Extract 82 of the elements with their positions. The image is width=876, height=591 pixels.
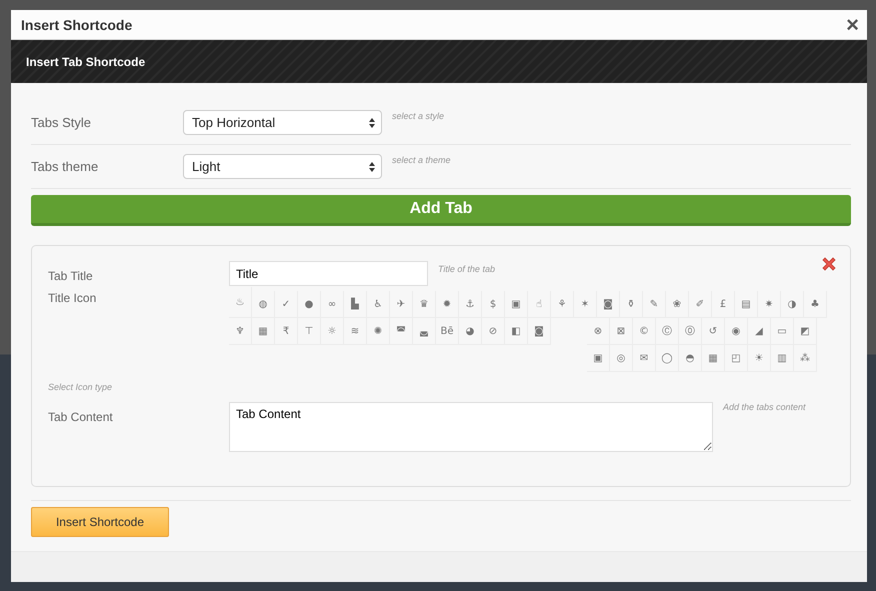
updown-arrows-icon [369,118,375,128]
icon-option[interactable]: ◰ [725,345,748,372]
icon-option[interactable]: ✉ [633,345,656,372]
field-hint: Title of the tab [438,264,495,274]
icon-option[interactable]: Bē [436,318,459,345]
icon-option[interactable]: ❀ [666,291,689,318]
icon-option[interactable]: ✎ [643,291,666,318]
delete-icon[interactable] [821,256,837,272]
icon-option[interactable]: ◛ [413,318,436,345]
add-tab-button[interactable]: Add Tab [31,195,851,226]
field-hint: select a theme [392,155,451,165]
icon-option[interactable]: ▥ [771,345,794,372]
icon-option[interactable]: ☀ [748,345,771,372]
icon-option[interactable]: ◉ [725,318,748,345]
icon-option[interactable]: ◙ [597,291,620,318]
icon-option[interactable]: ◍ [252,291,275,318]
icon-option[interactable]: ◢ [748,318,771,345]
icon-option[interactable]: ◑ [781,291,804,318]
icon-option[interactable]: ◧ [505,318,528,345]
title-input[interactable]: Title [229,261,428,286]
field-hint: Select Icon type [48,382,114,392]
icon-option[interactable]: ⊠ [610,318,633,345]
icon-option[interactable]: ◩ [794,318,817,345]
icon-option[interactable]: © [633,318,656,345]
icon-option[interactable]: ♿ [367,291,390,318]
icon-option[interactable]: ♣ [804,291,827,318]
icon-option[interactable]: ✓ [275,291,298,318]
icon-option[interactable]: Ⓒ [656,318,679,345]
icon-option[interactable]: ☝ [528,291,551,318]
icon-option[interactable]: ◕ [459,318,482,345]
icon-option[interactable]: ♆ [229,318,252,345]
icon-option[interactable]: £ [712,291,735,318]
icon-option[interactable]: ✺ [367,318,390,345]
updown-arrows-icon [369,162,375,172]
icon-option[interactable]: ↺ [702,318,725,345]
icon-option[interactable]: ◚ [390,318,413,345]
insert-shortcode-button[interactable]: Insert Shortcode [31,507,169,537]
icon-option[interactable]: ₹ [275,318,298,345]
icon-option[interactable]: ▙ [344,291,367,318]
field-label: Tab Content [48,410,114,424]
icon-option[interactable]: ⊘ [482,318,505,345]
icon-option[interactable]: ▣ [505,291,528,318]
icon-option[interactable]: ◯ [656,345,679,372]
icon-option[interactable]: ▣ [587,345,610,372]
icon-option[interactable]: ∞ [321,291,344,318]
icon-option[interactable]: ⚘ [551,291,574,318]
field-label: Tabs Style [31,115,92,130]
icon-option[interactable]: ≋ [344,318,367,345]
icon-option[interactable]: ♛ [413,291,436,318]
icon-option[interactable]: ⓪ [679,318,702,345]
icon-option[interactable]: ▤ [735,291,758,318]
header-title: Insert Tab Shortcode [26,54,146,68]
field-hint: select a style [392,111,444,121]
icon-option[interactable]: ✹ [436,291,459,318]
icon-option[interactable]: ✈ [390,291,413,318]
icon-option[interactable]: ✶ [574,291,597,318]
field-label: Title Icon [48,291,98,305]
select-field[interactable]: Light [183,154,382,179]
icon-option[interactable]: ⊤ [298,318,321,345]
field-label: Tab Title [48,269,94,283]
select-field[interactable]: Top Horizontal [183,110,382,135]
icon-option[interactable]: ☼ [321,318,344,345]
icon-option[interactable]: ⚓ [459,291,482,318]
icon-option[interactable]: ◎ [610,345,633,372]
close-button[interactable]: × [842,14,863,36]
content-textarea[interactable]: Tab Content [229,402,713,452]
field-label: Tabs theme [31,159,100,174]
icon-option[interactable]: ✐ [689,291,712,318]
icon-option[interactable]: ● [298,291,321,318]
window-title: Insert Shortcode [21,16,132,32]
icon-option[interactable]: ⚱ [620,291,643,318]
icon-option[interactable]: ✷ [758,291,781,318]
icon-option[interactable]: ▭ [771,318,794,345]
icon-option[interactable]: ▦ [252,318,275,345]
icon-option[interactable]: ◓ [679,345,702,372]
icon-option[interactable]: ♨ [229,287,252,318]
icon-option[interactable]: ▦ [702,345,725,372]
icon-option[interactable]: ◙ [528,318,551,345]
icon-option[interactable]: ⊗ [587,318,610,345]
icon-option[interactable]: ⁂ [794,345,817,372]
field-hint: Add the tabs content [723,402,806,412]
icon-option[interactable]: $ [482,291,505,318]
